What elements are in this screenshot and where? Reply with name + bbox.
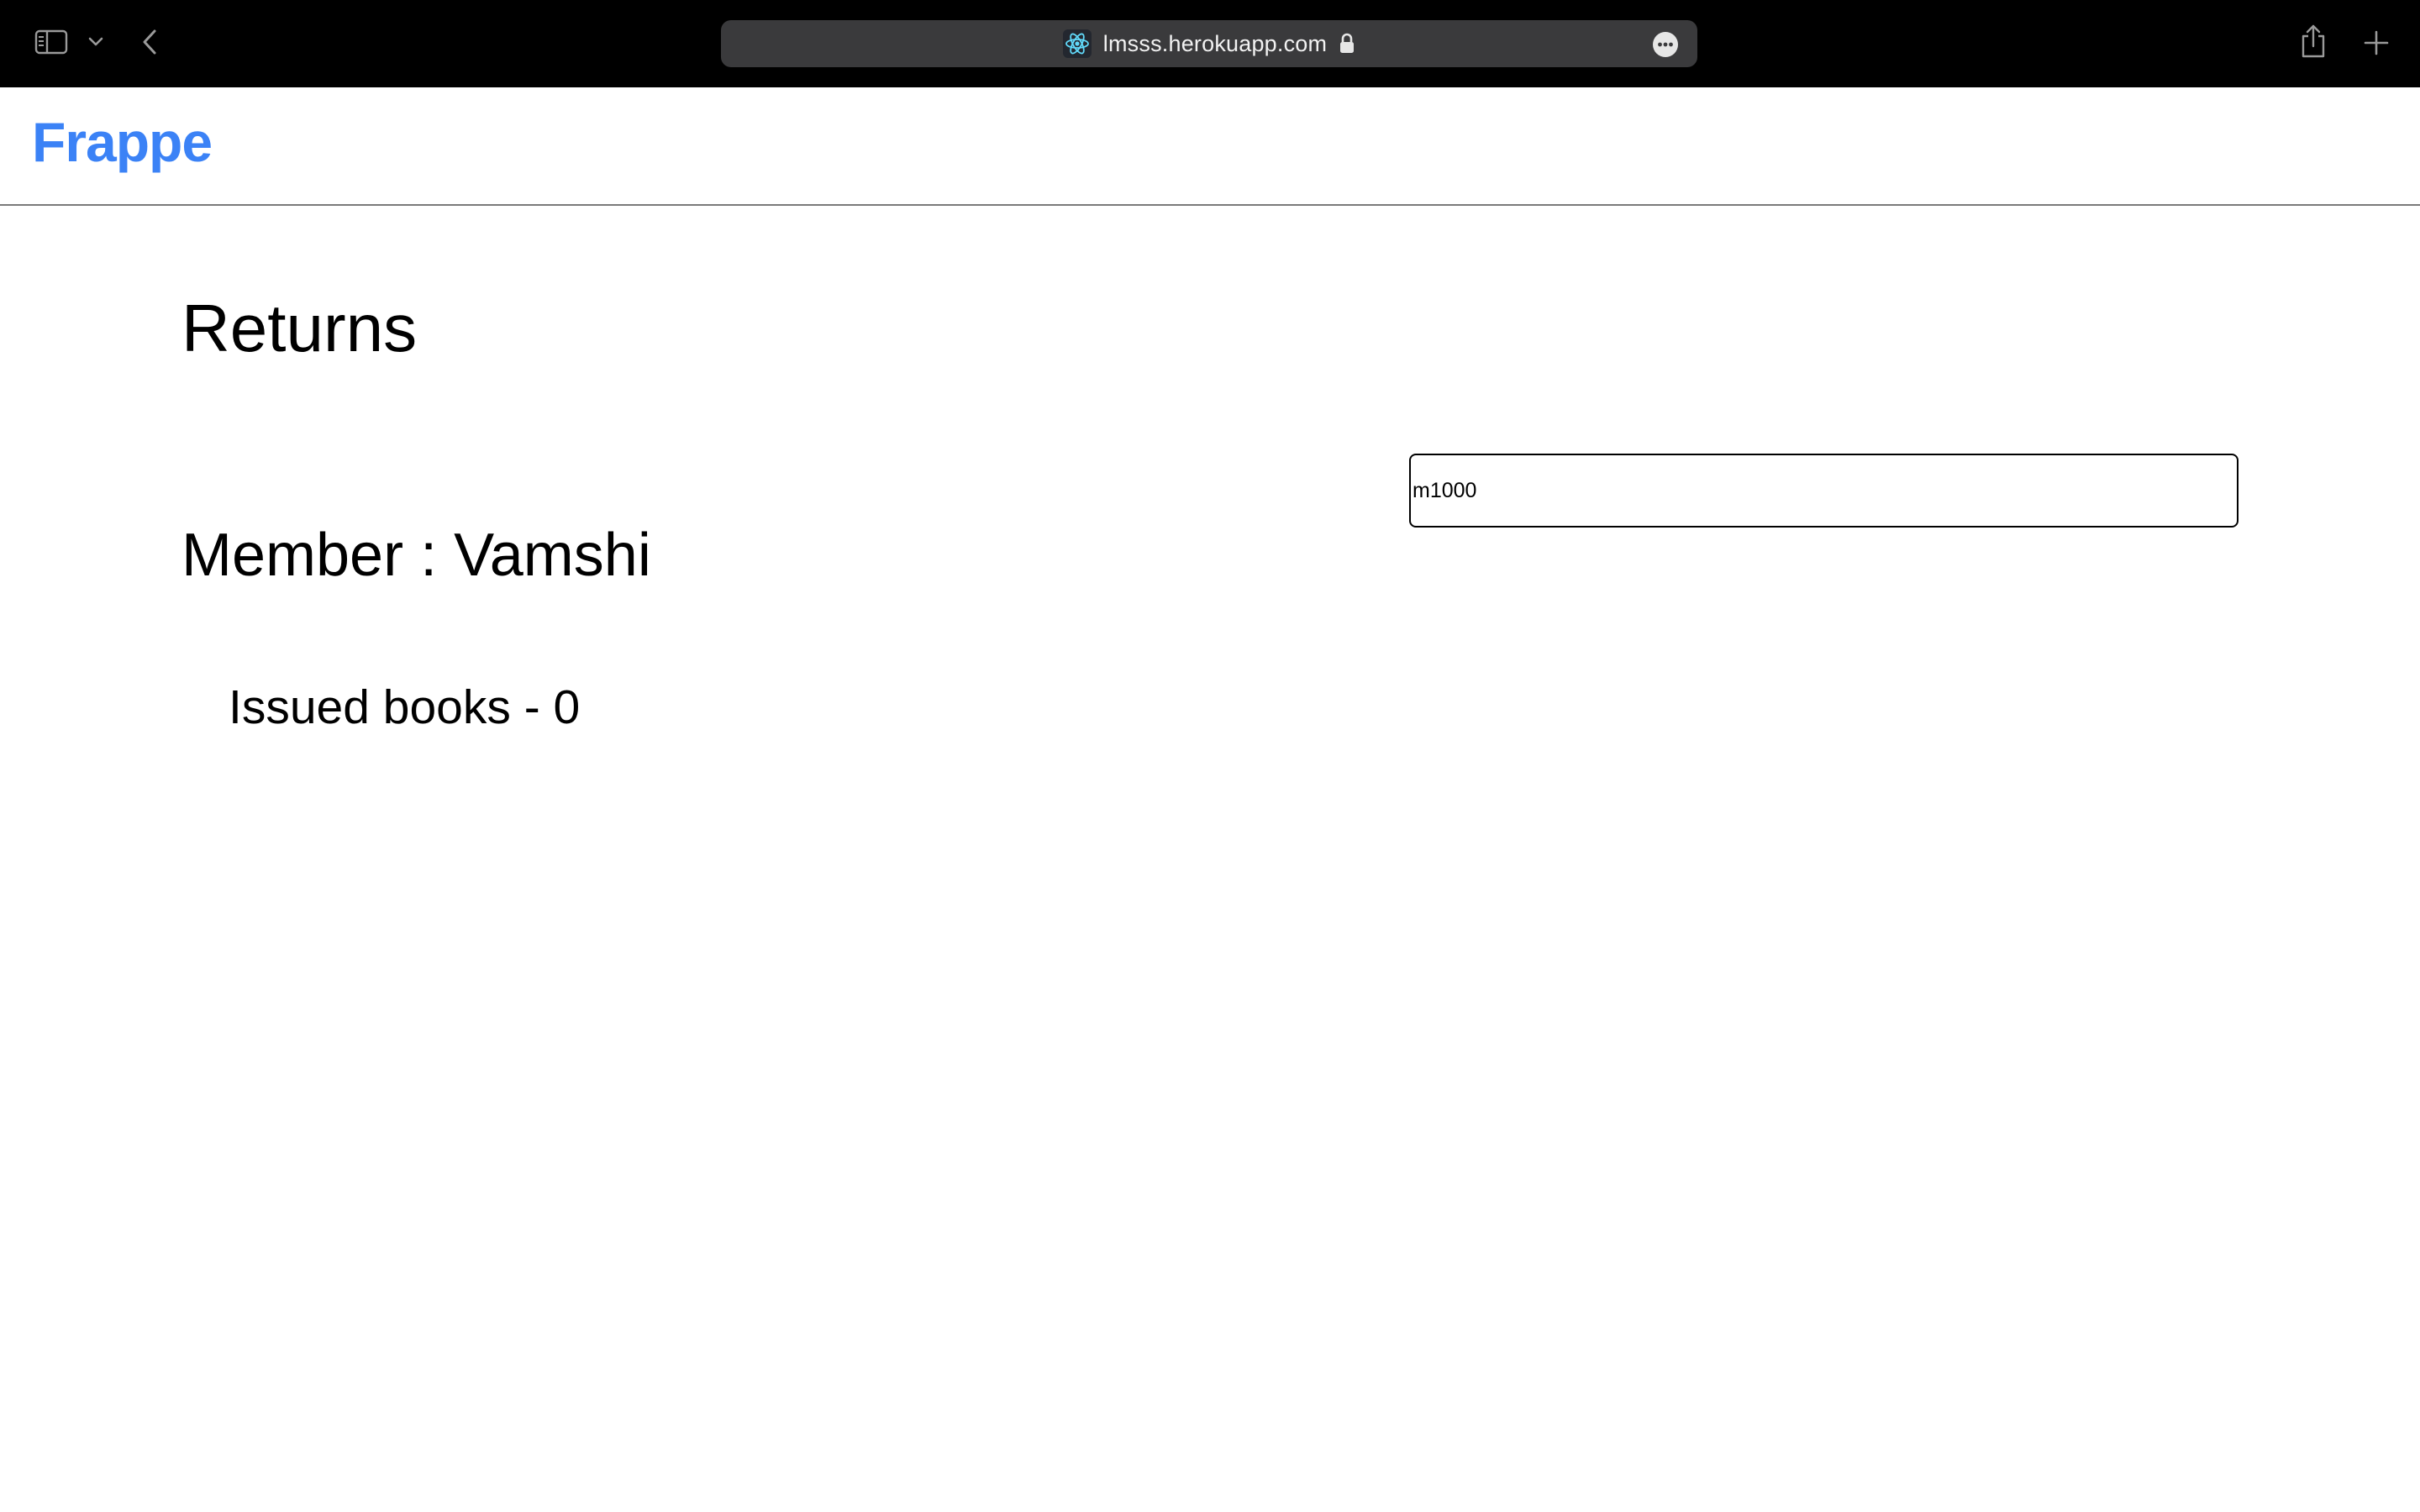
logo-text: Frappe: [32, 111, 213, 173]
new-tab-button[interactable]: [2356, 24, 2396, 62]
chevron-down-icon: [88, 37, 103, 46]
browser-toolbar: lmsss.herokuapp.com: [0, 0, 2420, 87]
plus-icon: [2364, 30, 2389, 55]
share-icon: [2302, 24, 2325, 58]
frappe-logo[interactable]: Frappe: [32, 111, 213, 173]
member-name-heading: Member : Vamshi: [182, 522, 651, 589]
app-navbar: Frappe: [0, 87, 2420, 206]
lock-icon: [1339, 33, 1355, 55]
page-options-button[interactable]: [1652, 31, 1679, 58]
sidebar-toggle-button[interactable]: [32, 25, 71, 59]
address-bar[interactable]: lmsss.herokuapp.com: [721, 20, 1697, 67]
page-title: Returns: [182, 291, 418, 365]
share-button[interactable]: [2294, 20, 2333, 62]
member-id-input[interactable]: [1409, 454, 2238, 528]
back-arrow-icon: [143, 29, 156, 55]
more-options-icon: [1653, 32, 1678, 57]
url-text: lmsss.herokuapp.com: [1102, 30, 1328, 56]
react-atom-icon: [1062, 29, 1092, 58]
tab-group-chevron-button[interactable]: [84, 30, 108, 54]
issued-books-count: Issued books - 0: [229, 680, 581, 734]
back-button[interactable]: [134, 25, 165, 59]
sidebar-toggle-icon: [34, 29, 68, 55]
